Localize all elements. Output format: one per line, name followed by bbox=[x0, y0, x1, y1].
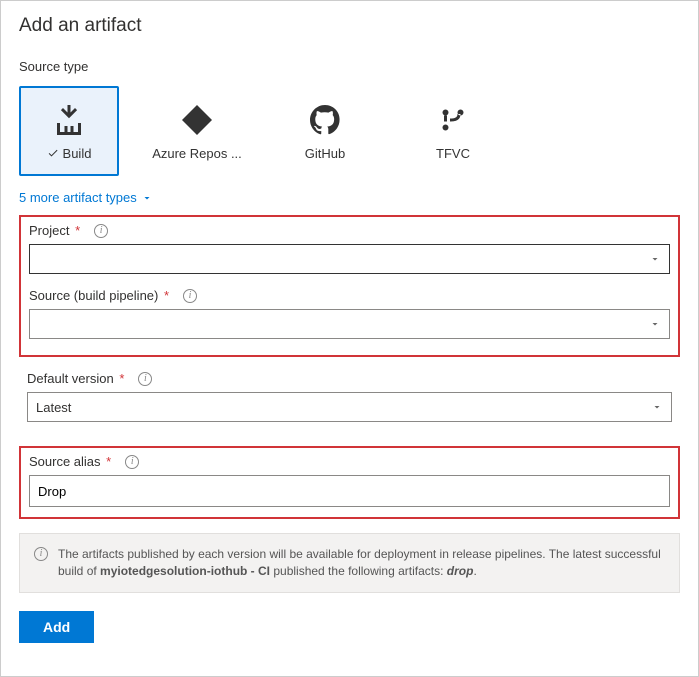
default-version-group: Default version * i Latest bbox=[19, 365, 680, 438]
more-artifact-types-link[interactable]: 5 more artifact types bbox=[19, 190, 680, 205]
tfvc-icon bbox=[435, 102, 471, 138]
github-label: GitHub bbox=[305, 146, 345, 161]
azure-repos-label: Azure Repos ... bbox=[152, 146, 242, 161]
add-button[interactable]: Add bbox=[19, 611, 94, 643]
source-label: Source (build pipeline) * i bbox=[29, 288, 670, 303]
project-source-group: Project * i Source (build pipeline) * i bbox=[19, 215, 680, 357]
info-text: The artifacts published by each version … bbox=[58, 546, 665, 580]
source-alias-input[interactable] bbox=[29, 475, 670, 507]
source-alias-group: Source alias * i bbox=[19, 446, 680, 519]
page-title: Add an artifact bbox=[19, 15, 680, 37]
source-select[interactable] bbox=[29, 309, 670, 339]
info-icon[interactable]: i bbox=[94, 224, 108, 238]
info-bar: i The artifacts published by each versio… bbox=[19, 533, 680, 593]
project-select[interactable] bbox=[29, 244, 670, 274]
chevron-down-icon bbox=[141, 192, 153, 204]
chevron-down-icon bbox=[649, 253, 661, 265]
check-icon bbox=[47, 147, 59, 159]
info-icon[interactable]: i bbox=[183, 289, 197, 303]
chevron-down-icon bbox=[651, 401, 663, 413]
build-icon bbox=[51, 102, 87, 138]
source-type-label: Source type bbox=[19, 59, 680, 74]
source-alias-label: Source alias * i bbox=[29, 454, 670, 469]
info-icon[interactable]: i bbox=[125, 455, 139, 469]
default-version-select[interactable]: Latest bbox=[27, 392, 672, 422]
build-label: Build bbox=[47, 146, 92, 161]
chevron-down-icon bbox=[649, 318, 661, 330]
info-icon[interactable]: i bbox=[138, 372, 152, 386]
source-type-row: Build Azure Repos ... GitHub TFVC bbox=[19, 86, 680, 176]
default-version-label: Default version * i bbox=[27, 371, 672, 386]
source-type-azure-repos[interactable]: Azure Repos ... bbox=[147, 86, 247, 176]
azure-repos-icon bbox=[179, 102, 215, 138]
github-icon bbox=[307, 102, 343, 138]
info-icon: i bbox=[34, 547, 48, 561]
source-type-build[interactable]: Build bbox=[19, 86, 119, 176]
tfvc-label: TFVC bbox=[436, 146, 470, 161]
project-label: Project * i bbox=[29, 223, 670, 238]
source-type-github[interactable]: GitHub bbox=[275, 86, 375, 176]
source-type-tfvc[interactable]: TFVC bbox=[403, 86, 503, 176]
